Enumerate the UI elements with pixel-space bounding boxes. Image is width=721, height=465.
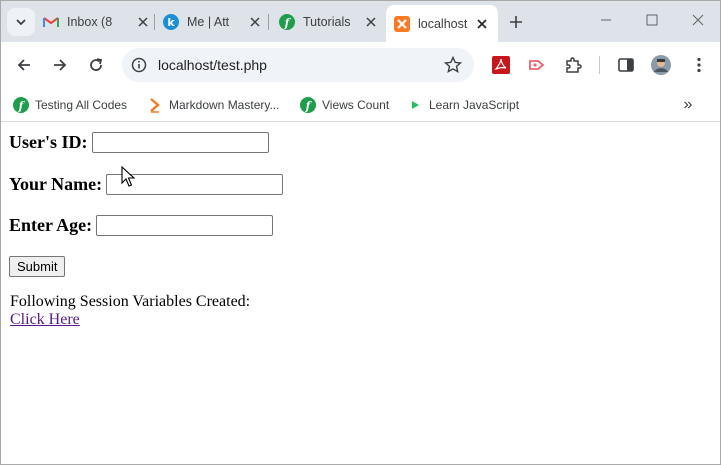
markdown-chevron-icon [147,97,163,113]
close-icon[interactable] [247,14,263,30]
info-icon[interactable] [131,57,147,73]
side-panel-icon [618,58,634,72]
k-icon: k [163,14,179,30]
f-icon: f [13,97,29,113]
arrow-right-icon [54,59,67,71]
browser-toolbar: localhost/test.php [1,42,720,88]
f-icon: f [279,14,295,30]
user-id-label: User's ID: [9,132,88,152]
maximize-icon [646,14,658,26]
screen-recorder-extension-button[interactable] [527,55,547,75]
age-input[interactable] [96,215,274,236]
bookmark-testing-all-codes[interactable]: f Testing All Codes [13,95,127,115]
more-vertical-icon [697,57,701,73]
avatar [651,55,671,75]
address-url[interactable]: localhost/test.php [158,57,267,73]
address-bar[interactable]: localhost/test.php [122,48,474,82]
user-id-input[interactable] [91,132,269,153]
tab-title: Tutorials [303,15,351,29]
star-icon[interactable] [444,56,462,74]
close-icon[interactable] [363,14,379,30]
session-message: Following Session Variables Created: [10,293,251,310]
reload-button[interactable] [82,51,110,79]
bookmark-label: Learn JavaScript [429,98,520,112]
recorder-icon [529,60,545,70]
svg-text:k: k [167,16,175,29]
tab-localhost[interactable]: localhost [386,5,498,42]
back-button[interactable] [10,51,38,79]
arrow-left-icon [17,59,30,71]
tab-inbox[interactable]: Inbox (8 [43,7,151,37]
f-icon: f [300,97,316,113]
tab-divider [268,14,269,30]
bookmark-views-count[interactable]: f Views Count [300,95,389,115]
user-id-row: User's ID: [9,132,269,153]
page-content: User's ID: Your Name: Enter Age: Submit … [1,123,720,464]
bookmark-label: Testing All Codes [35,98,128,112]
menu-button[interactable] [689,55,709,75]
bookmarks-bar: f Testing All Codes Markdown Mastery... … [1,88,720,122]
extensions-button[interactable] [563,55,583,75]
toolbar-divider [599,56,600,74]
age-label: Enter Age: [9,215,93,235]
play-icon [407,97,423,113]
pdf-icon [492,56,510,74]
tab-title: Inbox (8 [67,15,113,29]
close-icon[interactable] [474,16,490,32]
click-here-link[interactable]: Click Here [10,311,80,329]
xampp-icon [394,15,410,32]
minimize-button[interactable] [583,1,629,39]
bookmark-label: Markdown Mastery... [169,98,280,112]
puzzle-icon [566,57,582,73]
name-label: Your Name: [9,174,103,194]
submit-button[interactable]: Submit [9,256,66,277]
close-icon[interactable] [135,14,151,30]
chevron-down-icon [16,19,26,26]
tab-search-button[interactable] [7,8,35,36]
tab-tutorials[interactable]: f Tutorials [279,7,379,37]
plus-icon [510,16,522,28]
profile-avatar[interactable] [651,55,671,75]
tab-strip: Inbox (8 k Me | Att f Tutorials localhos… [1,1,720,42]
browser-window: Inbox (8 k Me | Att f Tutorials localhos… [0,0,721,465]
maximize-button[interactable] [629,1,675,39]
age-row: Enter Age: [9,215,274,236]
tab-me-att[interactable]: k Me | Att [163,7,263,37]
minimize-icon [601,19,611,21]
gmail-icon [43,14,59,30]
forward-button[interactable] [46,51,74,79]
close-window-button[interactable] [675,1,720,39]
side-panel-button[interactable] [616,55,636,75]
bookmark-learn-javascript[interactable]: Learn JavaScript [407,95,519,115]
reload-icon [90,58,103,71]
mouse-cursor-icon [121,166,135,187]
name-row: Your Name: [9,174,284,195]
tab-divider [154,14,155,30]
close-icon [692,14,704,26]
bookmarks-overflow-button[interactable]: » [678,95,698,115]
new-tab-button[interactable] [503,9,529,35]
bookmark-label: Views Count [322,98,390,112]
bookmark-markdown-mastery[interactable]: Markdown Mastery... [147,95,279,115]
tab-title: localhost [418,16,468,31]
pdf-extension-button[interactable] [491,55,511,75]
tab-title: Me | Att [187,15,230,29]
